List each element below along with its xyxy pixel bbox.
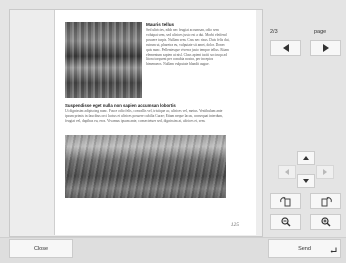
zoom-in-icon	[320, 217, 330, 227]
zoom-out-icon	[280, 217, 290, 227]
rotate-left-icon	[279, 196, 290, 206]
rotate-right-icon	[321, 196, 332, 206]
send-button[interactable]: Send	[268, 239, 341, 258]
arrow-right-icon	[323, 169, 327, 175]
lavender-photo	[65, 22, 142, 98]
arrow-left-icon	[285, 169, 289, 175]
previous-page-button[interactable]	[270, 40, 301, 56]
enter-icon	[330, 247, 337, 253]
section-text: Ut dignissim adipiscing nunc. Fusce odio…	[65, 109, 223, 123]
document-viewer: Mauris tellus Sed ultricies, nibh nec fe…	[9, 9, 263, 237]
arrow-down-icon	[303, 179, 309, 183]
page-number: 125	[230, 222, 239, 228]
arrow-left-icon	[282, 44, 289, 52]
page-label: page	[314, 29, 327, 35]
scroll-down-button[interactable]	[297, 174, 315, 188]
scroll-right-button[interactable]	[316, 165, 334, 179]
sidebar-text: Sed ultricies, nibh nec feugiat accumsan…	[146, 28, 230, 67]
next-page-button[interactable]	[310, 40, 341, 56]
arrow-right-icon	[322, 44, 329, 52]
scroll-up-button[interactable]	[297, 151, 315, 165]
document-page: Mauris tellus Sed ultricies, nibh nec fe…	[54, 10, 256, 235]
rotate-left-button[interactable]	[270, 193, 301, 209]
sidebar-title: Mauris tellus	[146, 22, 175, 27]
zoom-in-button[interactable]	[310, 214, 341, 230]
section-title: Suspendisse eget nulla non sapien accums…	[65, 103, 176, 108]
close-button[interactable]: Close	[9, 239, 73, 258]
current-page: 2/3	[270, 29, 278, 35]
rotate-right-button[interactable]	[310, 193, 341, 209]
grass-photo	[65, 135, 226, 198]
zoom-out-button[interactable]	[270, 214, 301, 230]
scroll-left-button[interactable]	[278, 165, 296, 179]
arrow-up-icon	[303, 156, 309, 160]
